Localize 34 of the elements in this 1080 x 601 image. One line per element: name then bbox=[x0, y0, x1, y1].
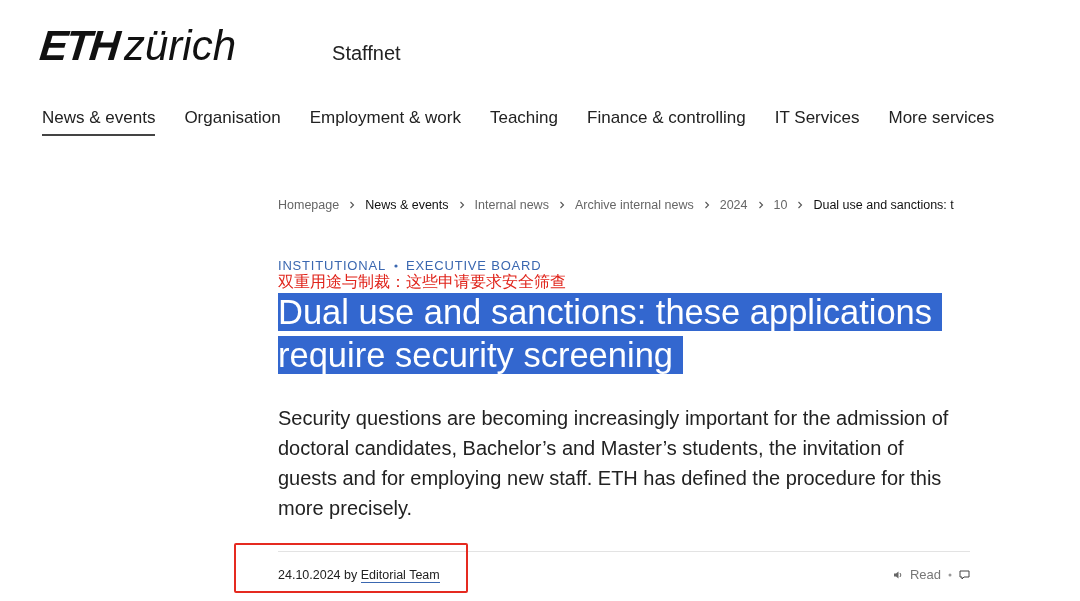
separator-dot-icon bbox=[393, 263, 398, 268]
nav-tab[interactable]: Finance & controlling bbox=[587, 108, 746, 136]
breadcrumb-link[interactable]: Dual use and sanctions: t bbox=[813, 198, 954, 212]
chevron-icon bbox=[458, 201, 465, 209]
chevron-icon bbox=[703, 201, 710, 209]
nav-tab[interactable]: IT Services bbox=[774, 108, 860, 136]
article-date: 24.10.2024 bbox=[278, 567, 341, 582]
chevron-icon bbox=[558, 201, 565, 209]
breadcrumb-link[interactable]: Archive internal news bbox=[574, 198, 694, 212]
speaker-icon[interactable] bbox=[892, 569, 903, 580]
nav-tab[interactable]: News & events bbox=[42, 108, 156, 136]
category-link[interactable]: INSTITUTIONAL bbox=[278, 258, 386, 273]
byline-label: by bbox=[344, 567, 358, 582]
author-link[interactable]: Editorial Team bbox=[360, 567, 440, 583]
chevron-icon bbox=[349, 201, 356, 209]
eth-zurich-logo[interactable]: ETHzürich bbox=[40, 25, 237, 67]
translation-note: 双重用途与制裁：这些申请要求安全筛查 bbox=[278, 273, 567, 291]
separator-dot-icon bbox=[948, 572, 952, 577]
category-link[interactable]: EXECUTIVE BOARD bbox=[405, 258, 542, 273]
nav-tab[interactable]: Employment & work bbox=[309, 108, 461, 136]
chevron-icon bbox=[757, 201, 764, 209]
breadcrumb-link[interactable]: 2024 bbox=[719, 198, 748, 212]
breadcrumb-link[interactable]: Internal news bbox=[474, 198, 549, 212]
breadcrumb-link[interactable]: Homepage bbox=[278, 198, 340, 212]
read-aloud-link[interactable]: Read bbox=[909, 567, 941, 582]
breadcrumb-link[interactable]: 10 bbox=[773, 198, 788, 212]
nav-tab[interactable]: Organisation bbox=[184, 108, 281, 136]
nav-tab[interactable]: Teaching bbox=[489, 108, 558, 136]
breadcrumb-link[interactable]: News & events bbox=[365, 198, 449, 212]
nav-tab[interactable]: More services bbox=[888, 108, 995, 136]
lead-paragraph: Security questions are becoming increasingly important for the admission of doctoral candidates, Bachelor’s and Master’s students, the invitation of guests and for employing new staff. ETH has defined the procedure for this more precisely. bbox=[278, 406, 950, 521]
comment-icon[interactable] bbox=[959, 569, 970, 580]
site-name[interactable]: Staffnet bbox=[332, 41, 401, 65]
chevron-icon bbox=[797, 201, 804, 209]
